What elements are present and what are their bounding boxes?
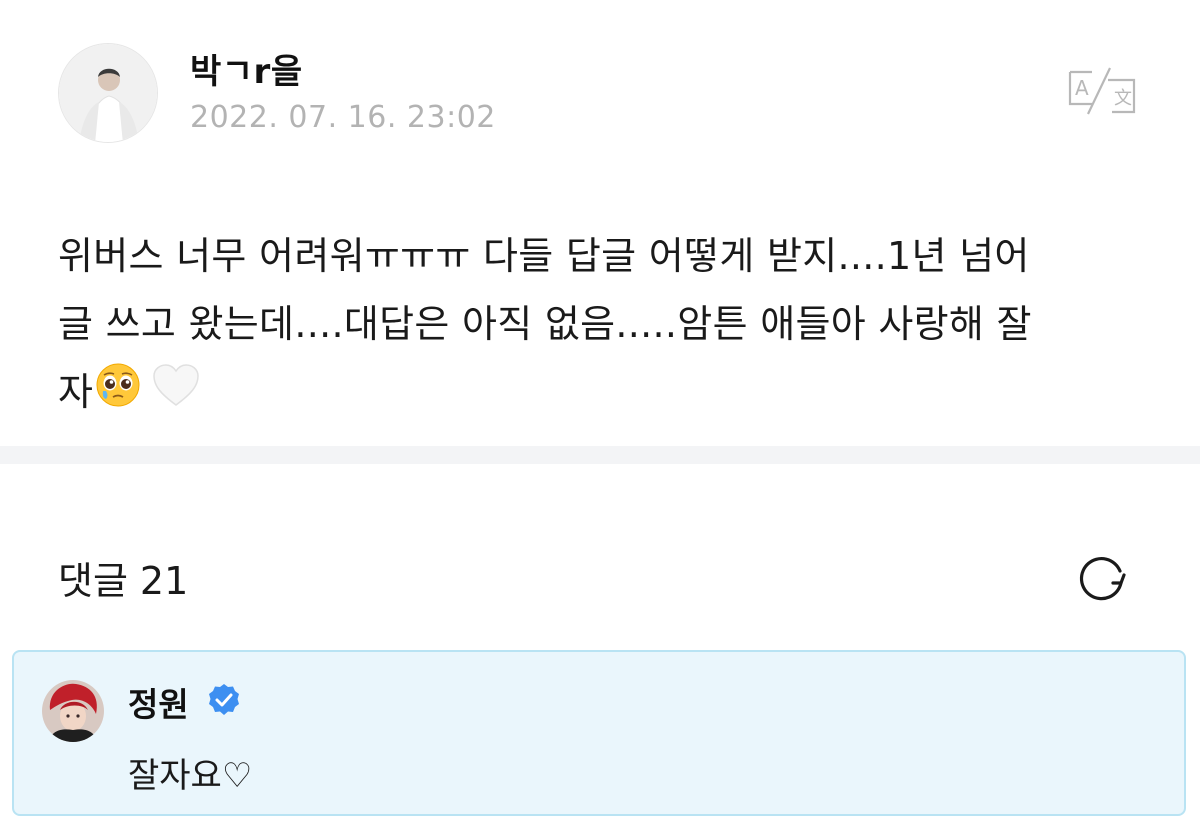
post-timestamp: 2022. 07. 16. 23:02: [190, 100, 496, 135]
post-body: 위버스 너무 어려워ㅠㅠㅠ 다들 답글 어떻게 받지....1년 넘어 글 쓰고…: [58, 222, 1158, 429]
translate-button[interactable]: A 文: [1064, 64, 1140, 120]
comments-count: 21: [139, 559, 189, 603]
white-heart-emoji: [151, 361, 201, 429]
svg-text:A: A: [1075, 76, 1089, 100]
post-body-line: 위버스 너무 어려워ㅠㅠㅠ 다들 답글 어떻게 받지....1년 넘어: [58, 234, 1030, 278]
pleading-face-emoji: [95, 361, 141, 429]
comment-author-name[interactable]: 정원: [128, 678, 189, 726]
comments-header: 댓글 21: [58, 550, 200, 605]
refresh-button[interactable]: [1072, 548, 1132, 608]
comment-text: 잘자요♡: [128, 756, 253, 796]
section-divider: [0, 446, 1200, 464]
refresh-icon: [1079, 557, 1126, 601]
post-body-line: 글 쓰고 왔는데....대답은 아직 없음.....암튼 애들아 사랑해 잘: [58, 302, 1032, 346]
post-body-line-last: 자: [58, 358, 1158, 429]
verified-badge-icon: [206, 682, 242, 718]
author-name[interactable]: 박ㄱr을: [190, 44, 303, 93]
translate-icon: A 文: [1068, 67, 1136, 115]
comment-item[interactable]: 정원 잘자요♡: [12, 650, 1186, 816]
svg-text:文: 文: [1114, 88, 1132, 109]
post-header: 박ㄱr을 2022. 07. 16. 23:02 A 文: [0, 0, 1200, 170]
post-body-line-text: 자: [58, 370, 94, 414]
author-avatar[interactable]: [58, 43, 158, 143]
comments-label: 댓글: [58, 559, 128, 603]
comment-author-avatar[interactable]: [42, 680, 104, 742]
